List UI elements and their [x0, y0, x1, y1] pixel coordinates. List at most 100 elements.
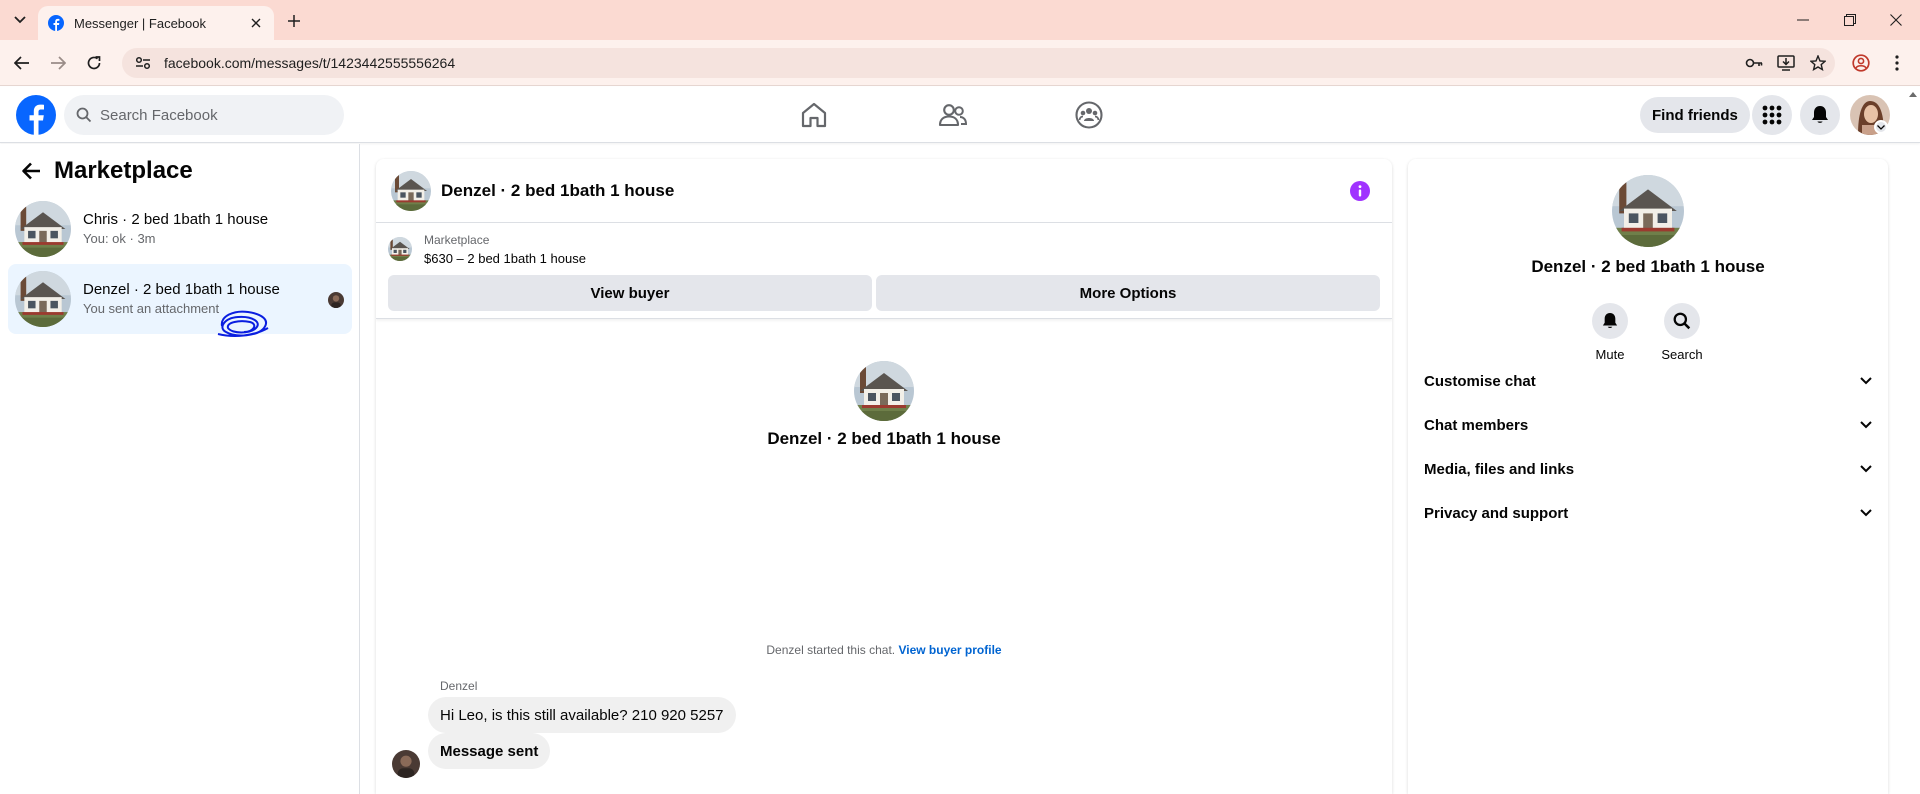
account-circle-icon	[1852, 54, 1870, 72]
facebook-top-nav: Find friends	[0, 87, 1920, 143]
conversation-name: Chris · 2 bed 1bath 1 house	[83, 211, 269, 228]
nav-groups[interactable]	[1033, 87, 1145, 143]
redaction-scribble	[217, 310, 269, 337]
search-action[interactable]: Search	[1652, 303, 1712, 362]
chat-header-title[interactable]: Denzel · 2 bed 1bath 1 house	[441, 181, 674, 201]
chat-header: Denzel · 2 bed 1bath 1 house	[376, 159, 1392, 223]
tune-icon	[135, 56, 151, 70]
grid-menu-icon	[1762, 105, 1782, 125]
password-key-button[interactable]	[1739, 48, 1769, 78]
view-buyer-profile-link[interactable]: View buyer profile	[898, 643, 1001, 657]
conversation-details-panel: Denzel · 2 bed 1bath 1 house Mute Search…	[1408, 159, 1888, 794]
profile-button[interactable]	[1849, 51, 1873, 75]
tab-close-button[interactable]	[246, 13, 266, 33]
address-bar[interactable]: facebook.com/messages/t/1423442555556264	[122, 48, 1835, 78]
close-icon	[1890, 14, 1902, 26]
seen-indicator-avatar	[328, 292, 344, 308]
sidebar-back-button[interactable]	[16, 156, 46, 186]
details-avatar	[1612, 175, 1684, 247]
nav-home[interactable]	[758, 87, 870, 143]
message-bubble[interactable]: Hi Leo, is this still available? 210 920…	[428, 697, 736, 733]
browser-tab-messenger[interactable]: Messenger | Facebook	[38, 6, 274, 40]
find-friends-button[interactable]: Find friends	[1640, 97, 1750, 133]
reload-icon	[87, 56, 101, 70]
section-privacy-support[interactable]: Privacy and support	[1416, 491, 1880, 535]
marketplace-sidebar: Marketplace Chris · 2 bed 1bath 1 house …	[0, 144, 360, 794]
nav-friends[interactable]	[897, 87, 1009, 143]
back-button[interactable]	[10, 51, 34, 75]
sidebar-header: Marketplace	[16, 156, 193, 186]
conversation-preview: You: ok · 3m	[83, 231, 156, 246]
search-icon	[76, 107, 92, 123]
notifications-button[interactable]	[1800, 95, 1840, 135]
browser-toolbar: facebook.com/messages/t/1423442555556264	[0, 40, 1920, 86]
reload-button[interactable]	[82, 51, 106, 75]
chat-intro-avatar	[854, 361, 914, 421]
menu-button[interactable]	[1752, 95, 1792, 135]
groups-icon	[1075, 101, 1103, 129]
section-chat-members[interactable]: Chat members	[1416, 403, 1880, 447]
sender-avatar[interactable]	[392, 750, 420, 778]
listing-price[interactable]: $630 – 2 bed 1bath 1 house	[424, 251, 586, 266]
new-tab-button[interactable]	[282, 9, 306, 33]
close-window-button[interactable]	[1873, 0, 1919, 40]
marketplace-listing-bar: Marketplace $630 – 2 bed 1bath 1 house V…	[376, 223, 1392, 319]
friends-icon	[938, 104, 968, 127]
arrow-right-icon	[51, 56, 66, 70]
arrow-left-icon	[14, 56, 29, 70]
facebook-search-input[interactable]	[100, 106, 320, 124]
mute-button[interactable]	[1592, 303, 1628, 339]
search-in-chat-button[interactable]	[1664, 303, 1700, 339]
close-icon	[251, 18, 261, 28]
sidebar-title: Marketplace	[54, 157, 193, 184]
bell-icon	[1602, 313, 1618, 328]
view-buyer-button[interactable]: View buyer	[388, 275, 872, 311]
plus-icon	[288, 15, 300, 27]
key-icon	[1745, 58, 1763, 68]
kebab-menu-icon	[1895, 55, 1899, 71]
section-label: Privacy and support	[1424, 504, 1569, 522]
chevron-down-icon	[1860, 377, 1872, 385]
section-label: Chat members	[1424, 416, 1529, 434]
section-label: Customise chat	[1424, 372, 1536, 390]
home-icon	[801, 102, 827, 128]
install-app-button[interactable]	[1771, 48, 1801, 78]
conversation-item-active[interactable]: Denzel · 2 bed 1bath 1 house You sent an…	[8, 264, 352, 337]
minimize-icon	[1797, 19, 1809, 21]
message-bubble[interactable]: Message sent	[428, 733, 551, 769]
chevron-down-icon	[1860, 509, 1872, 517]
chat-header-avatar[interactable]	[391, 171, 431, 211]
section-label: Media, files and links	[1424, 460, 1575, 478]
chevron-down-icon	[1877, 124, 1885, 130]
conversation-avatar	[15, 201, 71, 257]
more-options-button[interactable]: More Options	[876, 275, 1380, 311]
facebook-logo-icon	[16, 95, 56, 135]
chat-intro-title: Denzel · 2 bed 1bath 1 house	[767, 429, 1001, 448]
forward-button[interactable]	[46, 51, 70, 75]
mute-action[interactable]: Mute	[1580, 303, 1640, 362]
site-info-button[interactable]	[128, 48, 158, 78]
chevron-down-icon	[1860, 421, 1872, 429]
facebook-search[interactable]	[64, 95, 344, 135]
info-icon	[1350, 181, 1370, 201]
scroll-up-arrow-icon[interactable]	[1908, 90, 1918, 98]
message-sender-name: Denzel	[440, 679, 478, 693]
account-menu-toggle[interactable]	[1874, 120, 1888, 134]
tab-search-button[interactable]	[8, 9, 32, 31]
bookmark-button[interactable]	[1803, 48, 1833, 78]
url-text: facebook.com/messages/t/1423442555556264	[164, 55, 456, 71]
conversation-info-button[interactable]	[1350, 181, 1370, 201]
conversation-item[interactable]: Chris · 2 bed 1bath 1 house You: ok · 3m	[8, 194, 352, 264]
star-icon	[1810, 55, 1826, 71]
chevron-down-icon	[1860, 465, 1872, 473]
restore-icon	[1844, 14, 1856, 26]
browser-menu-button[interactable]	[1885, 51, 1909, 75]
section-media-files-links[interactable]: Media, files and links	[1416, 447, 1880, 491]
minimize-button[interactable]	[1780, 0, 1826, 40]
facebook-logo[interactable]	[16, 95, 56, 135]
arrow-left-icon	[22, 162, 40, 180]
listing-thumbnail[interactable]	[388, 237, 412, 261]
restore-button[interactable]	[1827, 0, 1873, 40]
section-customise-chat[interactable]: Customise chat	[1416, 359, 1880, 403]
chevron-down-icon	[14, 16, 26, 24]
